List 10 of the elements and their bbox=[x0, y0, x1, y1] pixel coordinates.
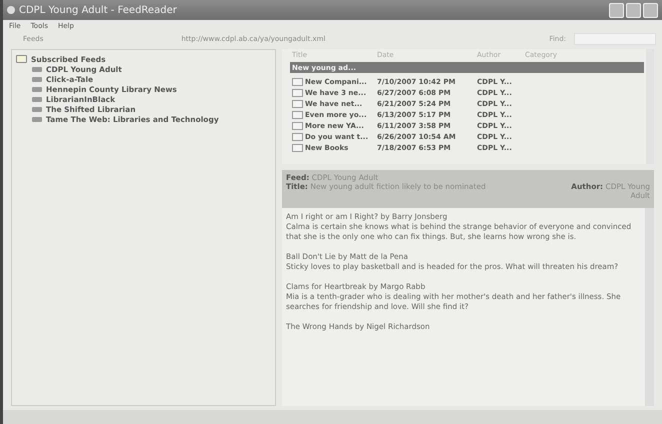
envelope-icon bbox=[292, 88, 303, 96]
window-title: CDPL Young Adult - FeedReader bbox=[19, 4, 178, 16]
envelope-icon bbox=[292, 110, 303, 118]
envelope-icon bbox=[292, 132, 303, 140]
app-icon bbox=[7, 6, 15, 14]
envelope-icon bbox=[292, 122, 303, 130]
envelope-icon bbox=[292, 78, 303, 86]
scroll-bar[interactable] bbox=[645, 208, 654, 406]
envelope-icon bbox=[292, 144, 303, 152]
envelope-icon bbox=[292, 100, 303, 108]
